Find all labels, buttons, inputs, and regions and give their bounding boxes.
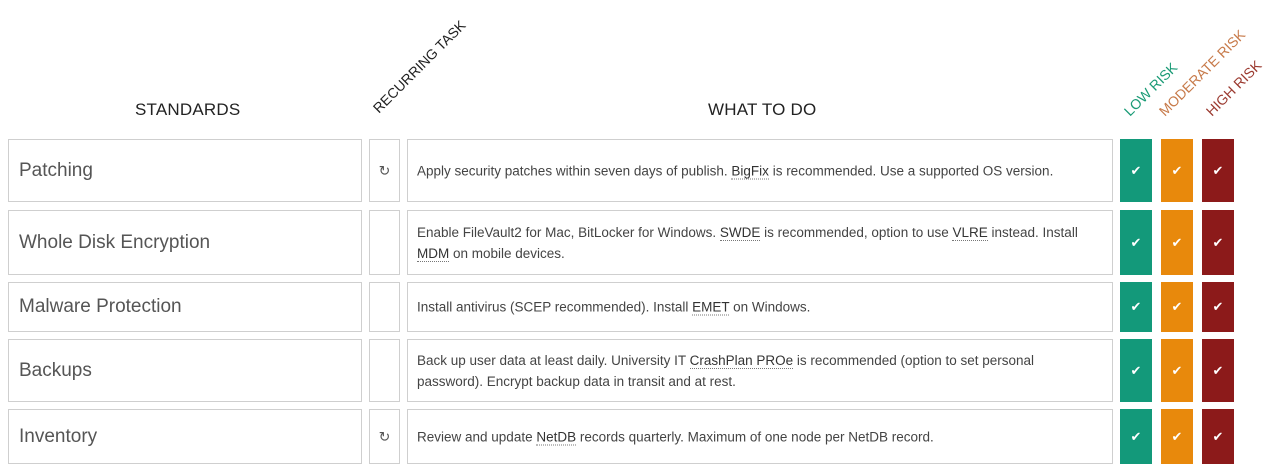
- recurring-cell: ↻: [369, 409, 400, 464]
- checkmark-icon: ✔: [1171, 299, 1183, 314]
- what-to-do-text: Install antivirus (SCEP recommended). In…: [417, 297, 1100, 318]
- moderate-risk-check: ✔: [1161, 210, 1193, 275]
- checkmark-icon: ✔: [1171, 162, 1183, 178]
- table-row: Patching ↻ Apply security patches within s…: [0, 139, 1282, 202]
- what-to-do-cell: Review and update NetDB records quarterl…: [407, 409, 1113, 464]
- info-link[interactable]: NetDB: [536, 429, 577, 445]
- refresh-icon: ↻: [378, 428, 391, 444]
- standard-name: Malware Protection: [19, 296, 182, 317]
- info-link[interactable]: CrashPlan PROe: [689, 352, 794, 369]
- checkmark-icon: ✔: [1171, 234, 1183, 250]
- checkmark-icon: ✔: [1130, 362, 1142, 378]
- moderate-risk-check: ✔: [1161, 139, 1193, 202]
- checkmark-icon: ✔: [1171, 362, 1183, 378]
- text-segment: on Windows.: [729, 299, 811, 315]
- info-link[interactable]: VLRE: [952, 224, 988, 241]
- info-link[interactable]: SWDE: [719, 224, 761, 241]
- high-risk-check: ✔: [1202, 139, 1234, 202]
- table-row: Whole Disk Encryption Enable FileVault2 f…: [0, 210, 1282, 275]
- what-to-do-text: Enable FileVault2 for Mac, BitLocker for…: [417, 222, 1100, 264]
- checkmark-icon: ✔: [1212, 299, 1224, 314]
- checkmark-icon: ✔: [1212, 162, 1224, 178]
- high-risk-check: ✔: [1202, 339, 1234, 402]
- low-risk-check: ✔: [1120, 139, 1152, 202]
- checkmark-icon: ✔: [1130, 234, 1142, 250]
- text-segment: instead. Install: [987, 224, 1078, 240]
- info-link[interactable]: EMET: [692, 299, 730, 316]
- header-recurring-task: RECURRING TASK: [369, 17, 469, 117]
- moderate-risk-check: ✔: [1161, 282, 1193, 332]
- recurring-cell: ↻: [369, 139, 400, 202]
- what-to-do-cell: Apply security patches within seven days…: [407, 139, 1113, 202]
- what-to-do-cell: Install antivirus (SCEP recommended). In…: [407, 282, 1113, 332]
- text-segment: records quarterly. Maximum of one node p…: [576, 429, 934, 444]
- table-row: Malware Protection Install antivirus (SCE…: [0, 282, 1282, 332]
- text-segment: Install antivirus (SCEP recommended). In…: [417, 299, 693, 315]
- info-link[interactable]: MDM: [417, 245, 450, 262]
- moderate-risk-check: ✔: [1161, 339, 1193, 402]
- standard-name: Whole Disk Encryption: [19, 231, 211, 253]
- text-segment: Review and update: [417, 429, 537, 444]
- low-risk-check: ✔: [1120, 409, 1152, 464]
- standard-name: Patching: [19, 159, 93, 181]
- what-to-do-cell: Enable FileVault2 for Mac, BitLocker for…: [407, 210, 1113, 275]
- header-what-to-do: WHAT TO DO: [708, 100, 817, 119]
- what-to-do-text: Back up user data at least daily. Univer…: [417, 350, 1100, 392]
- moderate-risk-check: ✔: [1161, 409, 1193, 464]
- text-segment: Apply security patches within seven days…: [417, 163, 732, 178]
- text-segment: Enable FileVault2 for Mac, BitLocker for…: [417, 224, 720, 240]
- what-to-do-cell: Back up user data at least daily. Univer…: [407, 339, 1113, 402]
- what-to-do-text: Apply security patches within seven days…: [417, 160, 1100, 181]
- checkmark-icon: ✔: [1212, 362, 1224, 378]
- checkmark-icon: ✔: [1130, 162, 1142, 178]
- high-risk-check: ✔: [1202, 210, 1234, 275]
- standard-name-cell: Inventory: [8, 409, 362, 464]
- text-segment: on mobile devices.: [449, 245, 565, 261]
- header-standards: STANDARDS: [135, 100, 241, 119]
- refresh-icon: ↻: [378, 162, 391, 178]
- standard-name: Backups: [19, 359, 92, 381]
- recurring-cell: [369, 282, 400, 332]
- high-risk-check: ✔: [1202, 409, 1234, 464]
- checkmark-icon: ✔: [1212, 234, 1224, 250]
- low-risk-check: ✔: [1120, 339, 1152, 402]
- standard-name-cell: Malware Protection: [8, 282, 362, 332]
- high-risk-check: ✔: [1202, 282, 1234, 332]
- text-segment: is recommended, option to use: [760, 224, 953, 240]
- text-segment: Back up user data at least daily. Univer…: [417, 352, 690, 368]
- what-to-do-text: Review and update NetDB records quarterl…: [417, 426, 1100, 447]
- recurring-cell: [369, 210, 400, 275]
- low-risk-check: ✔: [1120, 210, 1152, 275]
- recurring-cell: [369, 339, 400, 402]
- standard-name-cell: Whole Disk Encryption: [8, 210, 362, 275]
- table-row: Backups Back up user data at least daily.…: [0, 339, 1282, 402]
- info-link[interactable]: BigFix: [731, 163, 769, 179]
- standard-name-cell: Backups: [8, 339, 362, 402]
- table-row: Inventory ↻ Review and update NetDB record…: [0, 409, 1282, 464]
- standard-name-cell: Patching: [8, 139, 362, 202]
- checkmark-icon: ✔: [1171, 428, 1183, 444]
- checkmark-icon: ✔: [1212, 428, 1224, 444]
- text-segment: is recommended. Use a supported OS versi…: [768, 163, 1054, 178]
- checkmark-icon: ✔: [1130, 299, 1142, 314]
- standard-name: Inventory: [19, 425, 98, 447]
- checkmark-icon: ✔: [1130, 428, 1142, 444]
- low-risk-check: ✔: [1120, 282, 1152, 332]
